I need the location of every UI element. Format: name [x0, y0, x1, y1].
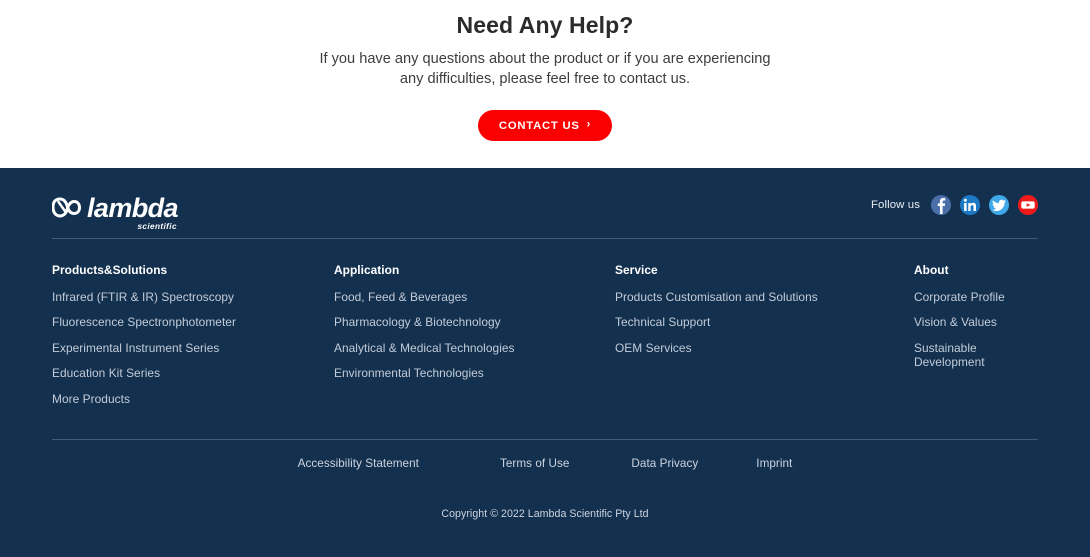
- legal-links: Accessibility Statement Terms of Use Dat…: [52, 440, 1038, 470]
- footer-link[interactable]: More Products: [52, 392, 334, 406]
- column-title: Service: [615, 263, 658, 277]
- footer-link[interactable]: Vision & Values: [914, 315, 1038, 329]
- youtube-icon[interactable]: [1018, 195, 1038, 215]
- legal-link-terms[interactable]: Terms of Use: [500, 457, 569, 470]
- infinity-lambda-icon: [52, 197, 81, 218]
- copyright-text: Copyright © 2022 Lambda Scientific Pty L…: [441, 508, 649, 520]
- footer-column-service: Service Products Customisation and Solut…: [615, 263, 914, 439]
- footer-link[interactable]: Analytical & Medical Technologies: [334, 341, 615, 355]
- legal-link-accessibility[interactable]: Accessibility Statement: [298, 457, 419, 470]
- footer-column-products: Products&Solutions Infrared (FTIR & IR) …: [52, 263, 334, 439]
- footer-link[interactable]: Products Customisation and Solutions: [615, 290, 914, 304]
- logo-subtitle: scientific: [137, 222, 177, 231]
- footer-link[interactable]: Infrared (FTIR & IR) Spectroscopy: [52, 290, 334, 304]
- legal-link-imprint[interactable]: Imprint: [756, 457, 792, 470]
- footer-link[interactable]: Food, Feed & Beverages: [334, 290, 615, 304]
- footer-link[interactable]: Pharmacology & Biotechnology: [334, 315, 615, 329]
- column-title: Products&Solutions: [52, 263, 168, 277]
- footer-link[interactable]: Education Kit Series: [52, 366, 334, 380]
- footer-link[interactable]: Corporate Profile: [914, 290, 1038, 304]
- footer-link[interactable]: Fluorescence Spectronphotometer: [52, 315, 334, 329]
- help-description: If you have any questions about the prod…: [319, 51, 771, 87]
- social-links: Follow us: [871, 195, 1038, 215]
- footer-column-application: Application Food, Feed & Beverages Pharm…: [334, 263, 615, 439]
- need-help-section: Need Any Help? If you have any questions…: [0, 0, 1090, 168]
- footer-link[interactable]: OEM Services: [615, 341, 914, 355]
- logo-wordmark: lambda: [87, 193, 179, 223]
- chevron-right-icon: ›: [586, 118, 592, 131]
- footer-link[interactable]: Sustainable Development: [914, 341, 1038, 369]
- contact-us-label: CONTACT US: [498, 119, 580, 132]
- footer-link[interactable]: Experimental Instrument Series: [52, 341, 334, 355]
- follow-us-label: Follow us: [870, 199, 920, 211]
- column-title: About: [914, 263, 949, 277]
- page-title: Need Any Help?: [456, 12, 634, 38]
- footer-top-row: lambda scientific Follow us: [52, 168, 1038, 238]
- linkedin-icon[interactable]: [960, 195, 980, 215]
- contact-us-button[interactable]: CONTACT US ›: [477, 110, 613, 141]
- site-footer: lambda scientific Follow us Products&Sol…: [0, 168, 1090, 557]
- footer-link[interactable]: Technical Support: [615, 315, 914, 329]
- footer-link[interactable]: Environmental Technologies: [334, 366, 615, 380]
- lambda-scientific-logo[interactable]: lambda scientific: [52, 188, 179, 231]
- footer-column-about: About Corporate Profile Vision & Values …: [914, 263, 1038, 439]
- twitter-icon[interactable]: [989, 195, 1009, 215]
- footer-link-columns: Products&Solutions Infrared (FTIR & IR) …: [52, 239, 1038, 439]
- legal-link-privacy[interactable]: Data Privacy: [631, 457, 698, 470]
- facebook-icon[interactable]: [931, 195, 951, 215]
- column-title: Application: [334, 263, 400, 277]
